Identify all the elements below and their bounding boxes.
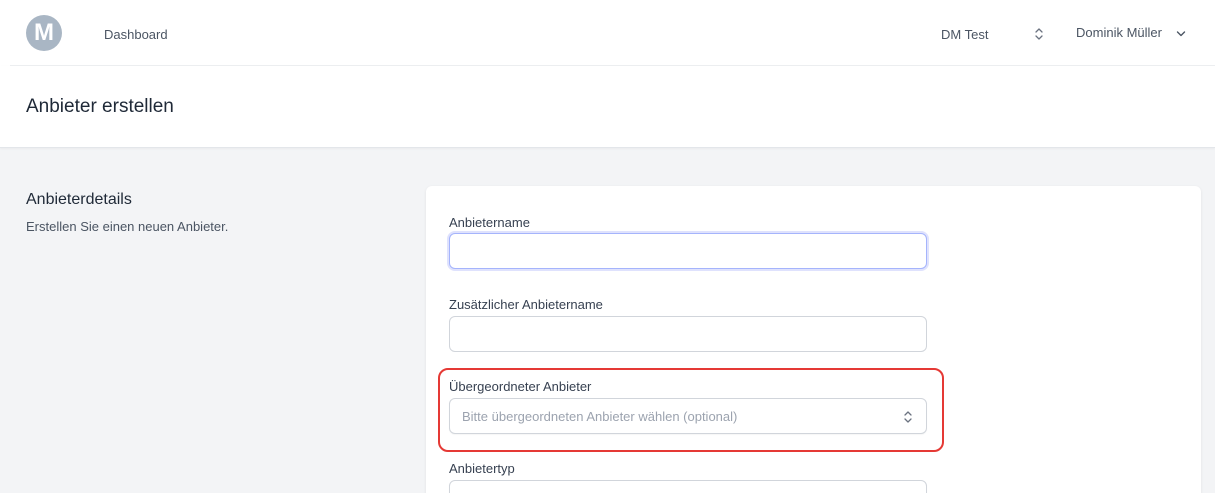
provider-type-select[interactable]: [449, 480, 927, 493]
section-description: Erstellen Sie einen neuen Anbieter.: [26, 219, 229, 234]
provider-name-input[interactable]: [449, 233, 927, 269]
tenant-label: DM Test: [941, 26, 989, 42]
logo-letter: M: [34, 19, 54, 46]
tenant-selector[interactable]: DM Test: [941, 25, 1043, 43]
provider-name-label: Anbietername: [449, 215, 530, 230]
highlight-box: [438, 368, 944, 452]
chevron-up-down-icon: [1035, 28, 1043, 40]
page-header: Anbieter erstellen: [0, 66, 1215, 148]
top-navigation: M Dashboard DM Test Dominik Müller: [0, 0, 1215, 66]
provider-type-label: Anbietertyp: [449, 461, 515, 476]
additional-name-input[interactable]: [449, 316, 927, 352]
logo[interactable]: M: [26, 15, 62, 51]
user-menu[interactable]: Dominik Müller: [1076, 25, 1186, 43]
page-title: Anbieter erstellen: [26, 96, 174, 117]
chevron-down-icon: [1176, 31, 1186, 37]
nav-link-dashboard[interactable]: Dashboard: [104, 27, 168, 42]
section-title: Anbieterdetails: [26, 191, 132, 208]
user-name: Dominik Müller: [1076, 25, 1162, 40]
additional-name-label: Zusätzlicher Anbietername: [449, 297, 603, 312]
